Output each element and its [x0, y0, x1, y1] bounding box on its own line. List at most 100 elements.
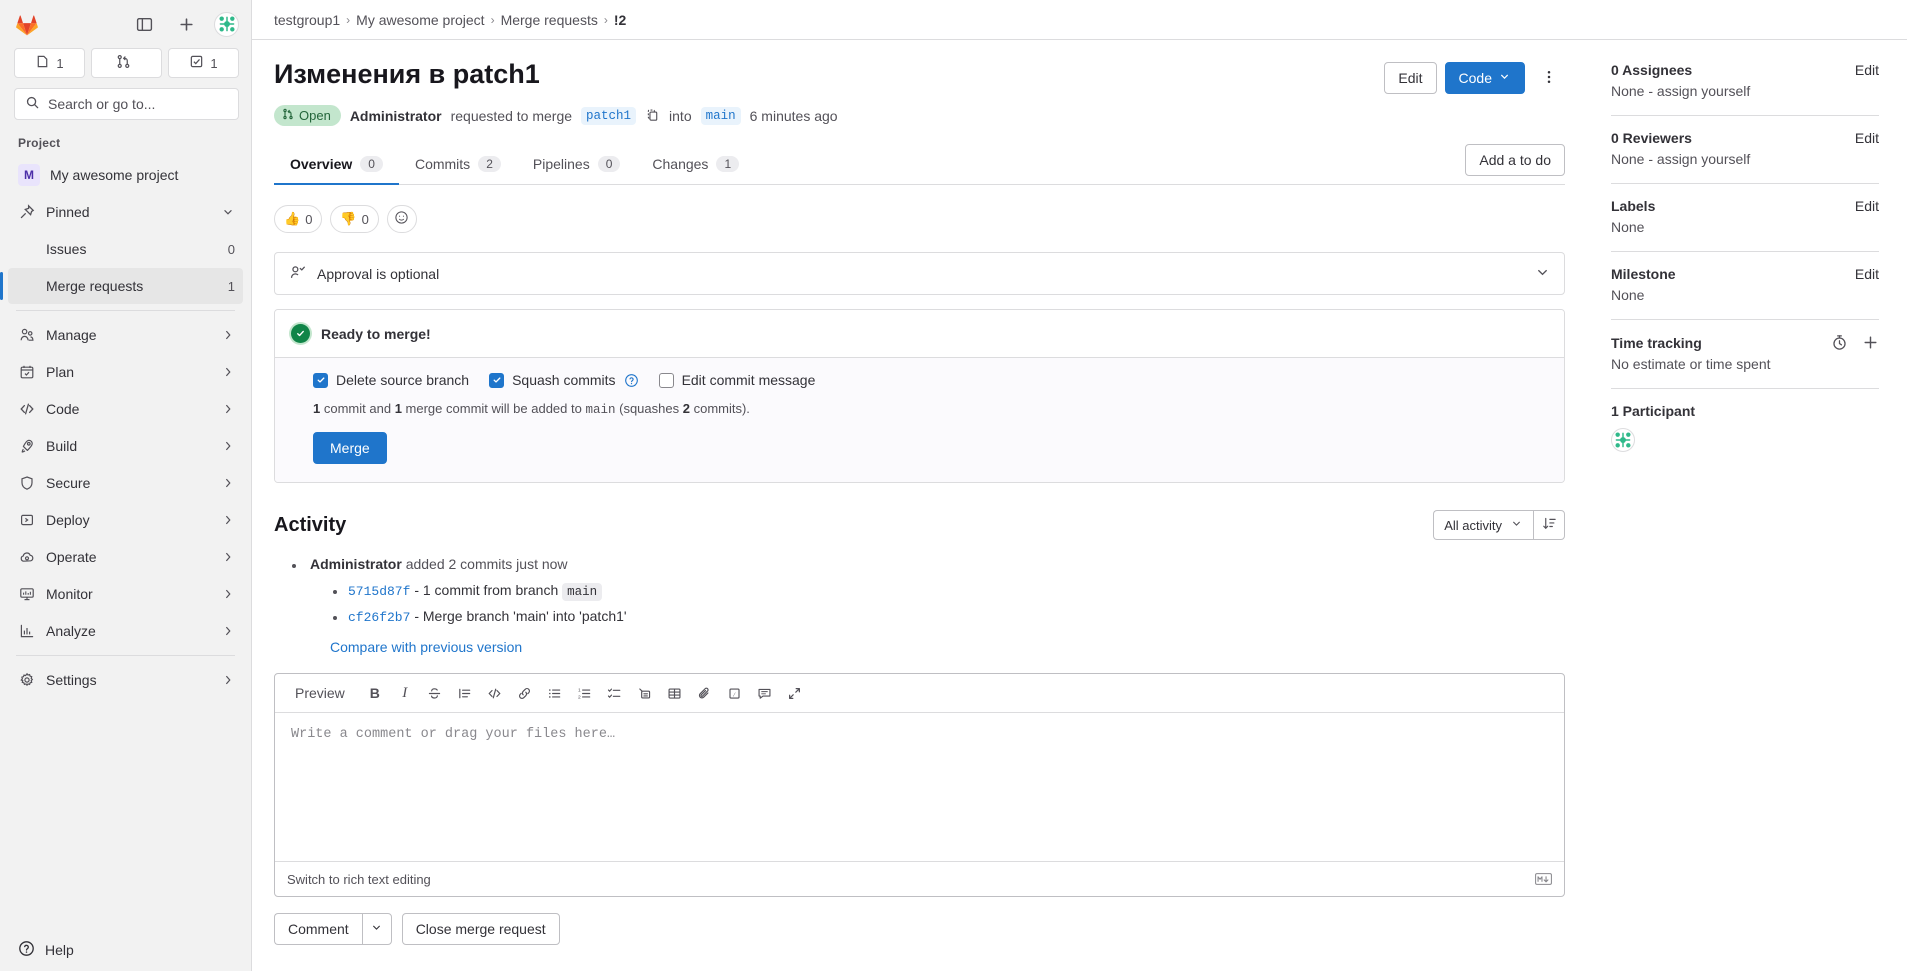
delete-source-branch-checkbox[interactable]: Delete source branch: [313, 372, 469, 388]
checkbox-box-delete-source: [313, 373, 328, 388]
bullet-list-icon[interactable]: [541, 679, 569, 707]
create-new-button[interactable]: [172, 10, 200, 38]
switch-rich-text-link[interactable]: Switch to rich text editing: [287, 872, 431, 887]
labels-edit-button[interactable]: Edit: [1855, 198, 1879, 214]
tab-changes[interactable]: Changes 1: [636, 146, 755, 185]
more-actions-button[interactable]: [1533, 62, 1565, 94]
sidebar-item-project[interactable]: M My awesome project: [8, 157, 243, 193]
code-button[interactable]: Code: [1445, 62, 1525, 94]
sidebar-item-secure[interactable]: Secure: [8, 465, 243, 501]
squash-commits-checkbox[interactable]: Squash commits: [489, 372, 638, 388]
sidebar-merge-requests-counter[interactable]: [91, 48, 162, 78]
comment-dropdown-button[interactable]: [362, 913, 392, 945]
sidebar-item-operate[interactable]: Operate: [8, 539, 243, 575]
breadcrumb-item-project[interactable]: My awesome project: [356, 12, 484, 28]
reviewers-value[interactable]: None - assign yourself: [1611, 151, 1879, 167]
squash-commits-label: Squash commits: [512, 372, 615, 388]
attachment-icon[interactable]: [691, 679, 719, 707]
indent-icon[interactable]: [631, 679, 659, 707]
tab-overview[interactable]: Overview 0: [274, 146, 399, 185]
sidebar-item-manage[interactable]: Manage: [8, 317, 243, 353]
assignees-value[interactable]: None - assign yourself: [1611, 83, 1879, 99]
question-circle-icon[interactable]: [624, 373, 639, 388]
bold-icon[interactable]: B: [361, 679, 389, 707]
tab-commits-badge: 2: [478, 156, 501, 172]
code-icon[interactable]: [481, 679, 509, 707]
comment-button[interactable]: Comment: [274, 913, 362, 945]
reviewers-edit-button[interactable]: Edit: [1855, 130, 1879, 146]
award-thumbsup-button[interactable]: 👍 0: [274, 205, 322, 233]
sidebar-item-code[interactable]: Code: [8, 391, 243, 427]
help-button[interactable]: Help: [0, 927, 251, 971]
link-icon[interactable]: [511, 679, 539, 707]
sidebar-block-milestone: Milestone Edit None: [1611, 252, 1879, 320]
commit-text-1: 1 commit from branch: [423, 582, 558, 598]
breadcrumb-separator-2: ›: [491, 13, 495, 27]
editor-preview-button[interactable]: Preview: [285, 679, 355, 707]
sidebar-item-plan[interactable]: Plan: [8, 354, 243, 390]
add-time-icon[interactable]: [1862, 334, 1879, 351]
comment-icon[interactable]: [751, 679, 779, 707]
sidebar-item-monitor[interactable]: Monitor: [8, 576, 243, 612]
merge-button[interactable]: Merge: [313, 432, 387, 464]
edit-button[interactable]: Edit: [1384, 62, 1436, 94]
tab-pipelines[interactable]: Pipelines 0: [517, 146, 637, 185]
commit-sha-1[interactable]: 5715d87f: [348, 584, 410, 599]
sidebar-item-issues[interactable]: Issues 0: [8, 231, 243, 267]
milestone-edit-button[interactable]: Edit: [1855, 266, 1879, 282]
award-thumbsdown-button[interactable]: 👎 0: [330, 205, 378, 233]
markdown-icon[interactable]: [1535, 873, 1552, 885]
user-avatar[interactable]: [214, 12, 239, 37]
add-reaction-button[interactable]: [387, 205, 417, 233]
participant-avatar[interactable]: [1611, 428, 1635, 452]
activity-sort-button[interactable]: [1533, 510, 1565, 540]
participants-title: 1 Participant: [1611, 403, 1695, 419]
gear-icon: [18, 671, 36, 689]
task-list-icon[interactable]: [601, 679, 629, 707]
edit-commit-message-checkbox[interactable]: Edit commit message: [659, 372, 816, 388]
sidebar-item-deploy[interactable]: Deploy: [8, 502, 243, 538]
breadcrumb-item-current[interactable]: !2: [614, 12, 626, 28]
italic-icon[interactable]: I: [391, 679, 419, 707]
sidebar-section-title: Project: [0, 130, 251, 156]
sidebar-item-pinned[interactable]: Pinned: [8, 194, 243, 230]
close-merge-request-button[interactable]: Close merge request: [402, 913, 560, 945]
sidebar-item-settings[interactable]: Settings: [8, 662, 243, 698]
assignees-edit-button[interactable]: Edit: [1855, 62, 1879, 78]
fullscreen-icon[interactable]: [781, 679, 809, 707]
sidebar-item-analyze[interactable]: Analyze: [8, 613, 243, 649]
activity-filter-dropdown[interactable]: All activity: [1433, 510, 1533, 540]
target-branch-tag[interactable]: main: [701, 107, 741, 125]
sidebar-todos-counter[interactable]: 1: [168, 48, 239, 78]
chevron-right-icon-deploy: [221, 513, 235, 527]
chevron-down-icon-approval[interactable]: [1535, 265, 1550, 283]
activity-entry-author[interactable]: Administrator: [310, 556, 402, 572]
table-icon[interactable]: [661, 679, 689, 707]
copy-branch-icon[interactable]: [645, 108, 660, 123]
approval-panel[interactable]: Approval is optional: [274, 252, 1565, 295]
gitlab-logo-icon[interactable]: [14, 11, 40, 37]
add-todo-button[interactable]: Add a to do: [1465, 144, 1565, 176]
time-tracking-title: Time tracking: [1611, 335, 1702, 351]
numbered-list-icon[interactable]: 1 2: [571, 679, 599, 707]
breadcrumb: testgroup1 › My awesome project › Merge …: [252, 0, 1907, 40]
collapsible-icon[interactable]: /: [721, 679, 749, 707]
sidebar-issues-counter[interactable]: 1: [14, 48, 85, 78]
compare-previous-version-link[interactable]: Compare with previous version: [330, 639, 522, 655]
monitor-icon: [18, 585, 36, 603]
search-input[interactable]: Search or go to...: [14, 88, 239, 120]
breadcrumb-item-merge-requests[interactable]: Merge requests: [501, 12, 598, 28]
source-branch-tag[interactable]: patch1: [581, 107, 636, 125]
commit-sha-2[interactable]: cf26f2b7: [348, 610, 410, 625]
stopwatch-icon[interactable]: [1831, 334, 1848, 351]
sidebar-item-label-settings: Settings: [46, 672, 211, 688]
tab-commits[interactable]: Commits 2: [399, 146, 517, 185]
strikethrough-icon[interactable]: [421, 679, 449, 707]
quote-icon[interactable]: [451, 679, 479, 707]
sidebar-item-merge-requests[interactable]: Merge requests 1: [8, 268, 243, 304]
comment-textarea[interactable]: Write a comment or drag your files here…: [275, 713, 1564, 861]
breadcrumb-item-group[interactable]: testgroup1: [274, 12, 340, 28]
chevron-right-icon-operate: [221, 550, 235, 564]
sidebar-item-build[interactable]: Build: [8, 428, 243, 464]
toggle-sidebar-button[interactable]: [130, 10, 158, 38]
